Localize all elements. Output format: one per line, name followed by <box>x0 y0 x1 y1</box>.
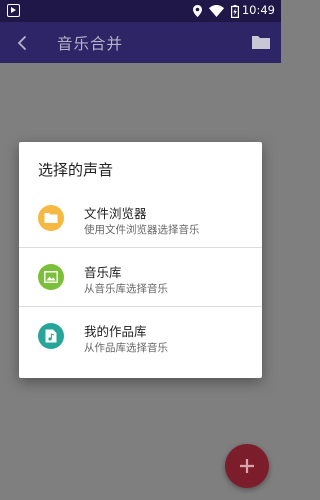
back-arrow-icon <box>17 35 27 51</box>
image-icon <box>44 271 58 283</box>
option-music-library[interactable]: 音乐库 从音乐库选择音乐 <box>19 248 262 306</box>
page-title: 音乐合并 <box>57 35 124 53</box>
status-bar: 10:49 <box>0 0 281 22</box>
add-fab-button[interactable] <box>225 444 269 488</box>
option-icon-circle <box>38 205 64 231</box>
option-file-browser[interactable]: 文件浏览器 使用文件浏览器选择音乐 <box>19 189 262 247</box>
dialog-title: 选择的声音 <box>38 161 114 179</box>
app-toolbar: 音乐合并 <box>0 22 281 63</box>
app-notification-icon <box>7 4 20 17</box>
option-label: 文件浏览器 <box>84 206 147 221</box>
folder-icon <box>44 213 58 223</box>
option-icon-circle <box>38 323 64 349</box>
option-description: 从作品库选择音乐 <box>84 342 168 354</box>
select-sound-dialog: 选择的声音 文件浏览器 使用文件浏览器选择音乐 音乐库 从音乐库选择音乐 我的作… <box>19 142 262 378</box>
option-description: 使用文件浏览器选择音乐 <box>84 224 200 236</box>
music-file-icon <box>45 329 57 343</box>
location-icon <box>193 5 202 17</box>
status-time: 10:49 <box>241 3 275 17</box>
battery-icon <box>231 4 239 18</box>
back-button[interactable] <box>12 32 34 54</box>
option-description: 从音乐库选择音乐 <box>84 283 168 295</box>
option-label: 我的作品库 <box>84 324 147 339</box>
option-my-works[interactable]: 我的作品库 从作品库选择音乐 <box>19 307 262 365</box>
plus-icon <box>240 459 254 473</box>
wifi-icon <box>209 5 224 17</box>
status-icons <box>193 4 239 18</box>
open-folder-button[interactable] <box>251 33 273 53</box>
folder-icon <box>252 36 270 49</box>
option-icon-circle <box>38 264 64 290</box>
option-label: 音乐库 <box>84 265 122 280</box>
